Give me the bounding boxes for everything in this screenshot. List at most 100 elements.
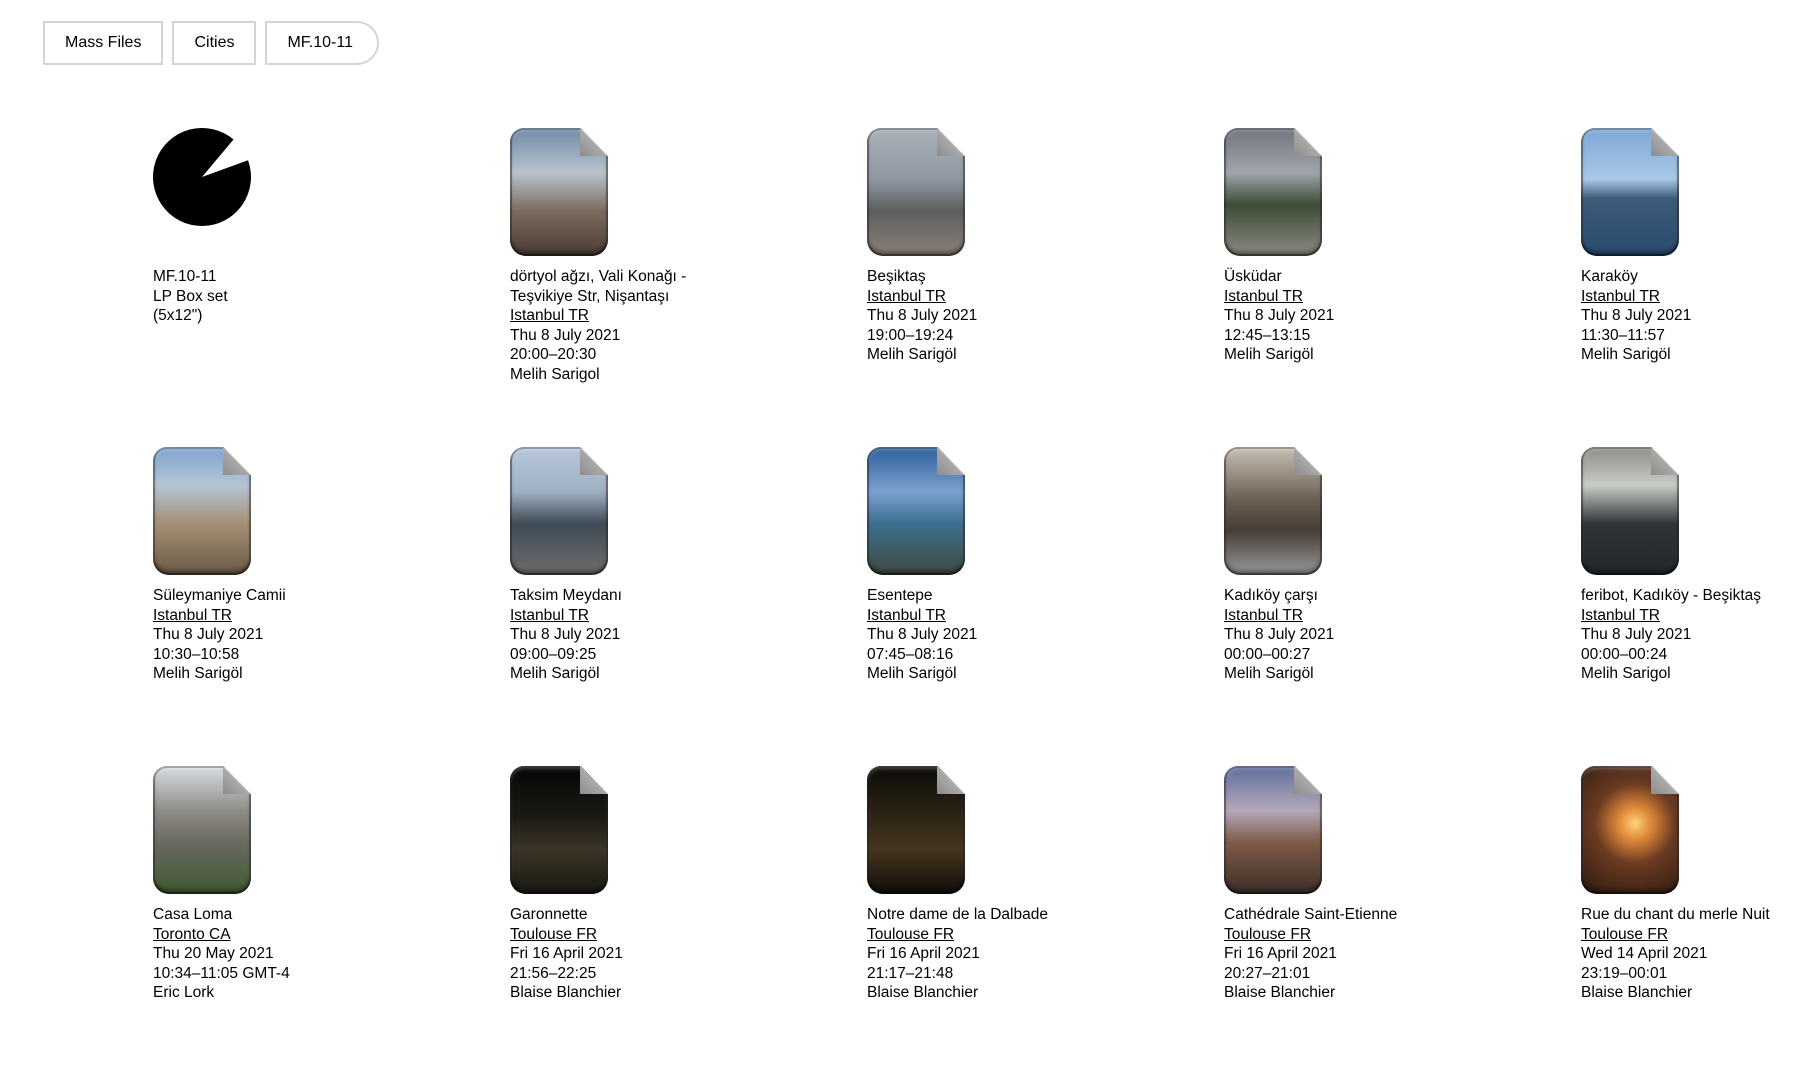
file-date: Thu 8 July 2021: [1224, 307, 1335, 324]
file-author: Blaise Blanchier: [867, 984, 979, 1001]
file-author: Melih Sarigöl: [867, 665, 957, 682]
breadcrumb: Mass Files Cities MF.10-11: [43, 21, 379, 65]
breadcrumb-cities[interactable]: Cities: [172, 21, 257, 65]
file-author: Melih Sarigöl: [153, 665, 243, 682]
file-date: Thu 8 July 2021: [867, 307, 978, 324]
album-caption: MF.10-11 LP Box set (5x12"): [153, 267, 353, 326]
location-link[interactable]: Toulouse FR: [1224, 926, 1311, 943]
file-time: 07:45–08:16: [867, 645, 954, 663]
photo-file-icon[interactable]: [1224, 128, 1322, 256]
file-time: 10:34–11:05 GMT-4: [153, 964, 290, 982]
photo-file-icon[interactable]: [153, 447, 251, 575]
file-item[interactable]: Cathédrale Saint-Etienne Toulouse FR Fri…: [1224, 766, 1581, 1085]
location-link[interactable]: Toulouse FR: [1581, 926, 1668, 943]
breadcrumb-current[interactable]: MF.10-11: [265, 21, 379, 65]
file-title: Cathédrale Saint-Etienne: [1224, 906, 1398, 923]
photo-file-icon[interactable]: [510, 447, 608, 575]
photo-file-icon[interactable]: [1581, 766, 1679, 894]
file-item[interactable]: feribot, Kadıköy - Beşiktaş Istanbul TR …: [1581, 447, 1812, 766]
file-time: 21:56–22:25: [510, 964, 597, 982]
file-caption: Rue du chant du merle Nuit Toulouse FR W…: [1581, 905, 1781, 1003]
photo-file-icon[interactable]: [867, 128, 965, 256]
file-item[interactable]: Casa Loma Toronto CA Thu 20 May 2021 10:…: [153, 766, 510, 1085]
location-link[interactable]: Toronto CA: [153, 926, 231, 943]
page-fold: [937, 766, 965, 794]
breadcrumb-mass-files[interactable]: Mass Files: [43, 21, 164, 65]
file-author: Melih Sarigöl: [510, 665, 600, 682]
album-code: MF.10-11: [153, 268, 217, 285]
page-fold: [580, 766, 608, 794]
file-grid: MF.10-11 LP Box set (5x12") dörtyol ağzı…: [153, 128, 1793, 1085]
photo-file-icon[interactable]: [510, 128, 608, 256]
file-caption: Üsküdar Istanbul TR Thu 8 July 2021 12:4…: [1224, 267, 1424, 365]
file-date: Thu 20 May 2021: [153, 945, 274, 962]
file-caption: Cathédrale Saint-Etienne Toulouse FR Fri…: [1224, 905, 1424, 1003]
file-item[interactable]: Süleymaniye Camii Istanbul TR Thu 8 July…: [153, 447, 510, 766]
file-item[interactable]: Notre dame de la Dalbade Toulouse FR Fri…: [867, 766, 1224, 1085]
file-date: Thu 8 July 2021: [1581, 626, 1692, 643]
file-title: feribot, Kadıköy - Beşiktaş: [1581, 587, 1762, 604]
album-item[interactable]: MF.10-11 LP Box set (5x12"): [153, 128, 510, 447]
file-time: 20:27–21:01: [1224, 964, 1311, 982]
file-date: Fri 16 April 2021: [1224, 945, 1337, 962]
file-item[interactable]: Esentepe Istanbul TR Thu 8 July 2021 07:…: [867, 447, 1224, 766]
location-link[interactable]: Istanbul TR: [510, 307, 589, 324]
location-link[interactable]: Istanbul TR: [1581, 288, 1660, 305]
album-format: LP Box set: [153, 287, 228, 305]
photo-file-icon[interactable]: [867, 766, 965, 894]
page-fold: [223, 766, 251, 794]
location-link[interactable]: Istanbul TR: [1224, 288, 1303, 305]
file-author: Melih Sarigol: [510, 365, 600, 383]
file-item[interactable]: Rue du chant du merle Nuit Toulouse FR W…: [1581, 766, 1812, 1085]
location-link[interactable]: Istanbul TR: [1581, 607, 1660, 624]
page-fold: [1651, 128, 1679, 156]
location-link[interactable]: Istanbul TR: [867, 607, 946, 624]
file-author: Melih Sarigöl: [1581, 346, 1671, 363]
photo-file-icon[interactable]: [1581, 447, 1679, 575]
file-author: Blaise Blanchier: [1581, 984, 1693, 1001]
photo-file-icon[interactable]: [867, 447, 965, 575]
page-fold: [223, 447, 251, 475]
location-link[interactable]: Toulouse FR: [867, 926, 954, 943]
file-item[interactable]: Beşiktaş Istanbul TR Thu 8 July 2021 19:…: [867, 128, 1224, 447]
file-date: Fri 16 April 2021: [867, 945, 980, 962]
file-item[interactable]: Üsküdar Istanbul TR Thu 8 July 2021 12:4…: [1224, 128, 1581, 447]
file-author: Melih Sarigöl: [867, 346, 957, 363]
file-author: Eric Lork: [153, 984, 215, 1001]
file-time: 09:00–09:25: [510, 645, 597, 663]
page-fold: [937, 447, 965, 475]
location-link[interactable]: Istanbul TR: [1224, 607, 1303, 624]
photo-file-icon[interactable]: [1581, 128, 1679, 256]
location-link[interactable]: Istanbul TR: [867, 288, 946, 305]
file-date: Wed 14 April 2021: [1581, 945, 1708, 962]
location-link[interactable]: Toulouse FR: [510, 926, 597, 943]
photo-file-icon[interactable]: [1224, 447, 1322, 575]
file-time: 11:30–11:57: [1581, 326, 1665, 344]
file-title: Karaköy: [1581, 268, 1638, 285]
file-time: 21:17–21:48: [867, 964, 954, 982]
file-title: Süleymaniye Camii: [153, 587, 286, 604]
file-item[interactable]: dörtyol ağzı, Vali Konağı - Teşvikiye St…: [510, 128, 867, 447]
file-caption: Notre dame de la Dalbade Toulouse FR Fri…: [867, 905, 1067, 1003]
file-author: Melih Sarigol: [1581, 665, 1671, 682]
file-item[interactable]: Karaköy Istanbul TR Thu 8 July 2021 11:3…: [1581, 128, 1812, 447]
file-date: Thu 8 July 2021: [153, 626, 264, 643]
file-item[interactable]: Garonnette Toulouse FR Fri 16 April 2021…: [510, 766, 867, 1085]
page-fold: [1651, 447, 1679, 475]
file-time: 12:45–13:15: [1224, 326, 1311, 344]
location-link[interactable]: Istanbul TR: [153, 607, 232, 624]
location-link[interactable]: Istanbul TR: [510, 607, 589, 624]
page-fold: [580, 447, 608, 475]
file-caption: Karaköy Istanbul TR Thu 8 July 2021 11:3…: [1581, 267, 1781, 365]
file-time: 23:19–00:01: [1581, 964, 1668, 982]
page-fold: [1294, 128, 1322, 156]
photo-file-icon[interactable]: [153, 766, 251, 894]
file-title: dörtyol ağzı, Vali Konağı - Teşvikiye St…: [510, 268, 687, 305]
photo-file-icon[interactable]: [510, 766, 608, 894]
file-item[interactable]: Kadıköy çarşı Istanbul TR Thu 8 July 202…: [1224, 447, 1581, 766]
file-caption: Garonnette Toulouse FR Fri 16 April 2021…: [510, 905, 710, 1003]
file-caption: Beşiktaş Istanbul TR Thu 8 July 2021 19:…: [867, 267, 1067, 365]
photo-file-icon[interactable]: [1224, 766, 1322, 894]
file-item[interactable]: Taksim Meydanı Istanbul TR Thu 8 July 20…: [510, 447, 867, 766]
file-title: Notre dame de la Dalbade: [867, 906, 1048, 923]
